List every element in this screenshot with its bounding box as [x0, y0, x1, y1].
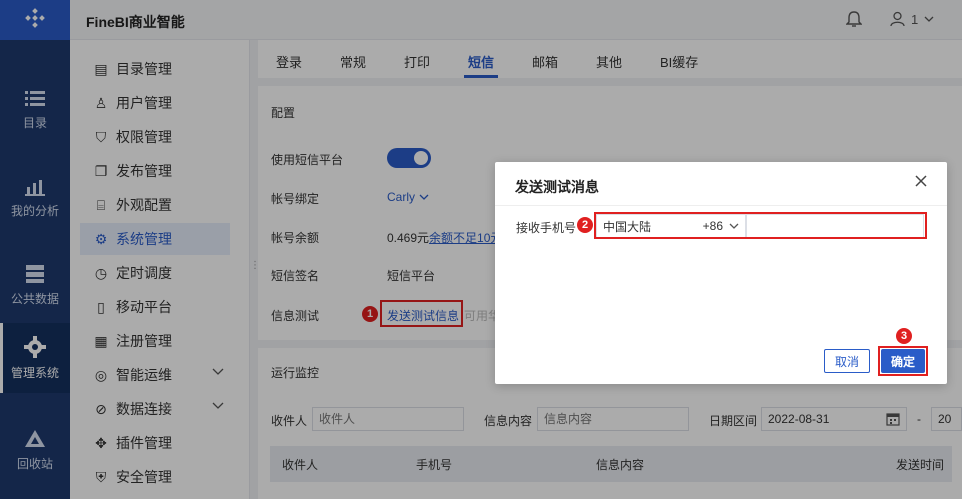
- dialog-header: 发送测试消息: [495, 162, 947, 206]
- annotation-badge-2: 2: [577, 217, 593, 233]
- annotation-box-3: [878, 346, 928, 376]
- phone-label: 接收手机号: [516, 221, 577, 235]
- close-button[interactable]: [915, 174, 927, 192]
- annotation-box-2: [594, 212, 927, 239]
- close-icon: [915, 175, 927, 187]
- dialog-title: 发送测试消息: [515, 179, 599, 195]
- annotation-badge-3: 3: [896, 328, 912, 344]
- cancel-button[interactable]: 取消: [824, 349, 870, 373]
- send-test-dialog: 发送测试消息 接收手机号 中国大陆 +86 2 取消 确定 3: [495, 162, 947, 384]
